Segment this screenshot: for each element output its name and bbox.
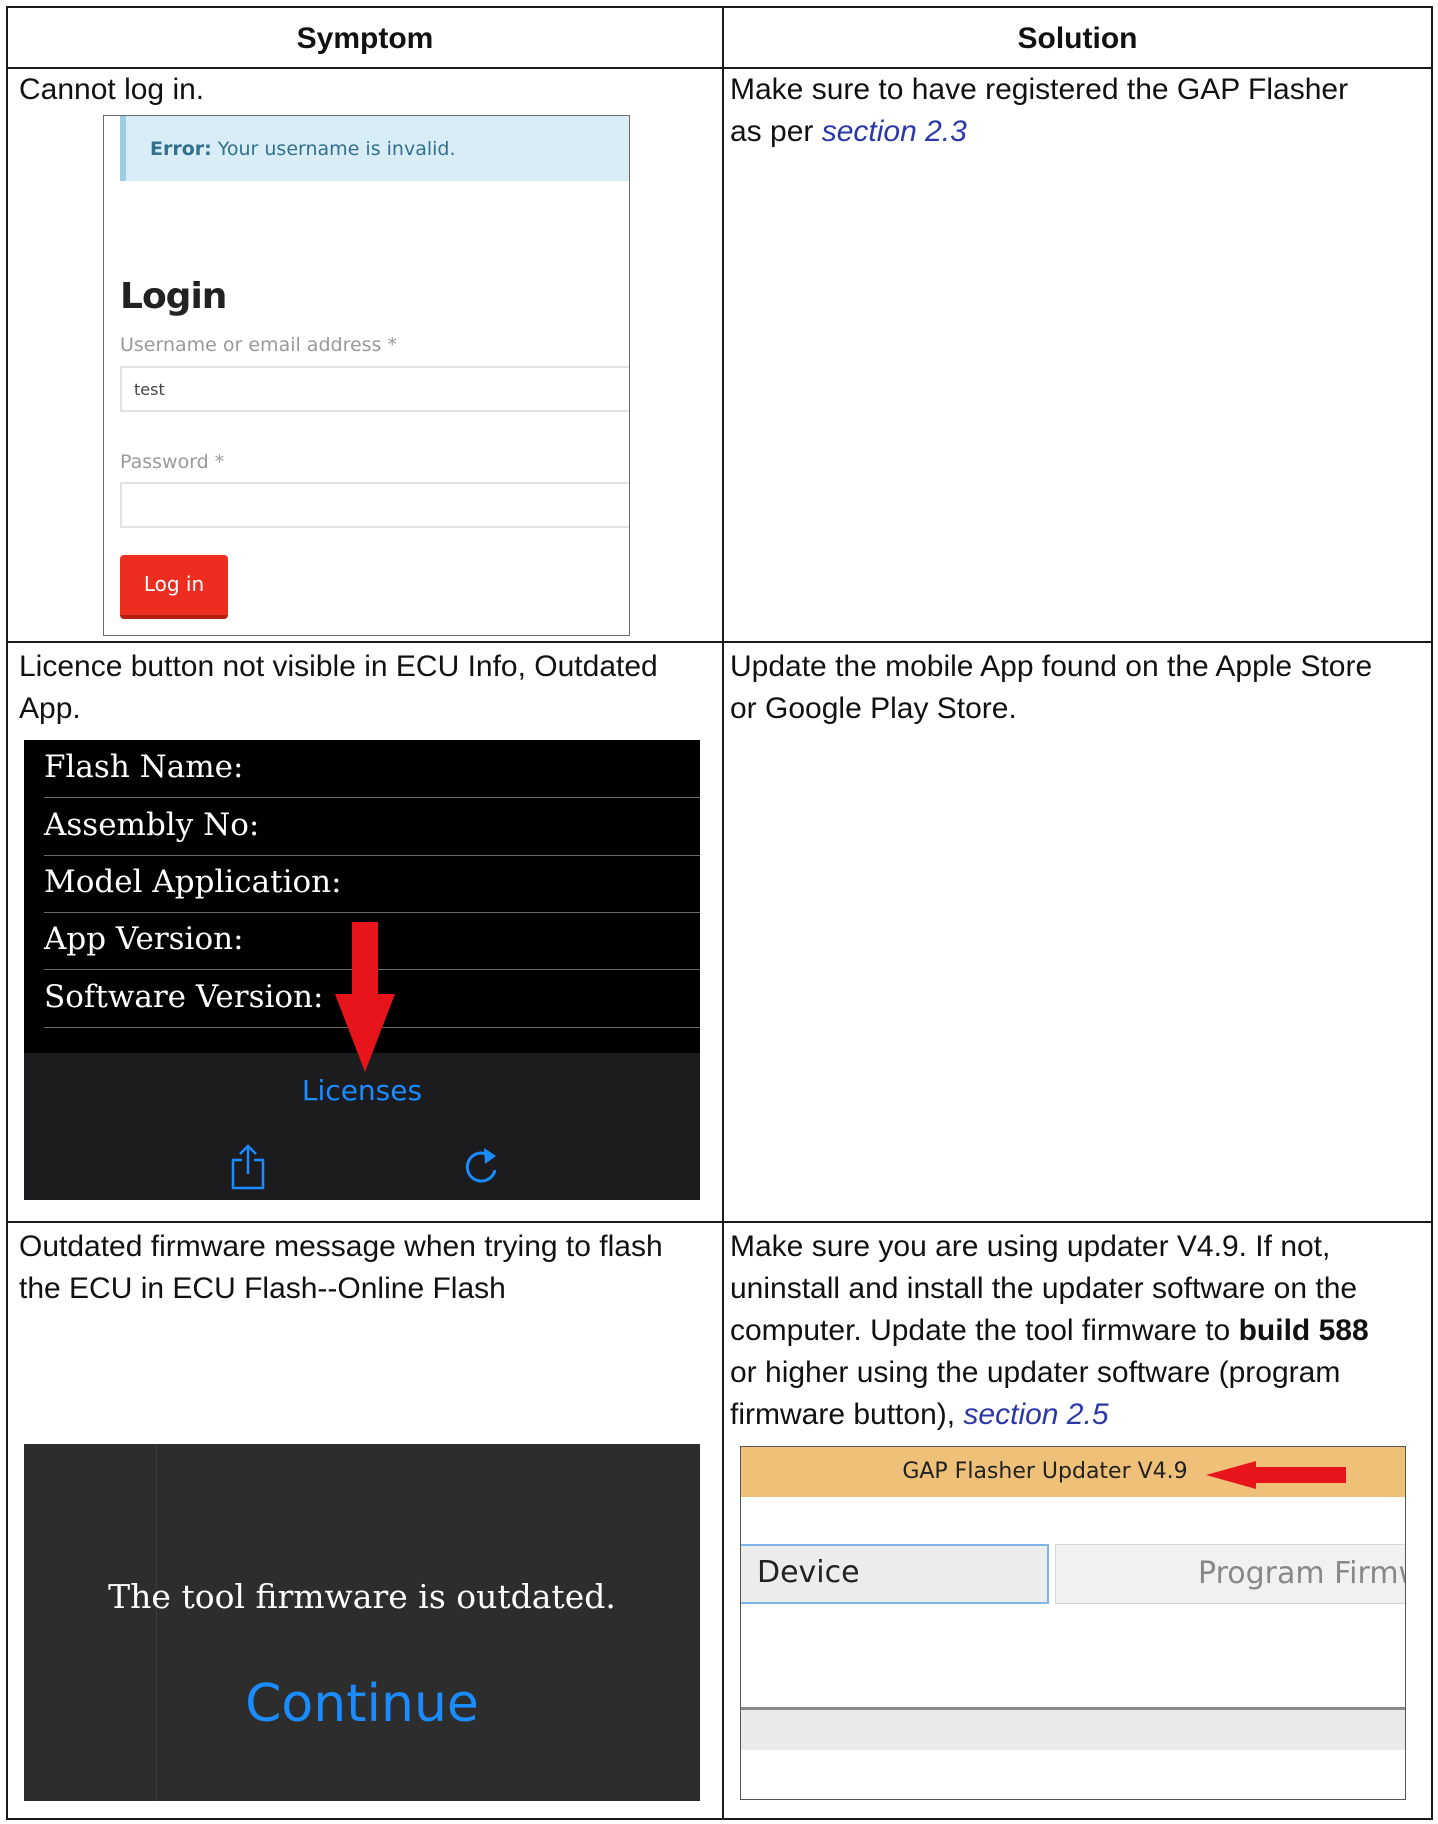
solution-update-app: Update the mobile App found on the Apple…: [730, 650, 1373, 725]
red-arrow-left-icon: [1206, 1461, 1346, 1489]
login-screenshot: Error: Your username is invalid. Login U…: [103, 115, 630, 636]
header-symptom: Symptom: [296, 22, 434, 55]
status-bar: [741, 1710, 1405, 1750]
refresh-icon[interactable]: [462, 1144, 502, 1188]
solution-register: Make sure to have registered the GAP Fla…: [730, 73, 1349, 148]
username-input[interactable]: test: [120, 366, 629, 412]
licenses-button[interactable]: Licenses: [24, 1074, 700, 1107]
login-button[interactable]: Log in: [120, 555, 228, 619]
build-number: build 588: [1238, 1314, 1369, 1347]
ecu-info-screenshot: Flash Name: Assembly No: Model Applicati…: [24, 740, 700, 1200]
continue-button[interactable]: Continue: [24, 1674, 700, 1734]
symptom-outdated-firmware: Outdated firmware message when trying to…: [19, 1230, 663, 1305]
section-2-5-link[interactable]: section 2.5: [963, 1398, 1108, 1431]
model-application-field: Model Application:: [44, 855, 700, 913]
error-alert: Error: Your username is invalid.: [120, 116, 629, 181]
tab-device[interactable]: Device: [741, 1544, 1049, 1604]
row-divider: [8, 1221, 1431, 1223]
login-title: Login: [120, 276, 227, 317]
symptom-licence-button: Licence button not visible in ECU Info, …: [19, 650, 658, 725]
updater-title: GAP Flasher Updater V4.9: [902, 1459, 1188, 1484]
tab-program-firmware[interactable]: Program Firmw: [1055, 1544, 1405, 1604]
symptom-cannot-login: Cannot log in.: [19, 73, 205, 106]
row-divider: [8, 641, 1431, 643]
firmware-outdated-screenshot: The tool firmware is outdated. Continue: [24, 1444, 700, 1801]
red-arrow-down-icon: [335, 922, 395, 1072]
solution-updater: Make sure you are using updater V4.9. If…: [730, 1230, 1369, 1431]
column-divider: [722, 8, 724, 1818]
panel-seam: [156, 1444, 157, 1801]
updater-screenshot: GAP Flasher Updater V4.9 Device Program …: [740, 1446, 1406, 1800]
section-2-3-link[interactable]: section 2.3: [822, 115, 967, 148]
assembly-no-field: Assembly No:: [44, 798, 700, 856]
password-input[interactable]: [120, 482, 629, 528]
share-icon[interactable]: [230, 1144, 266, 1190]
firmware-message: The tool firmware is outdated.: [108, 1577, 616, 1616]
header-solution: Solution: [1017, 22, 1138, 55]
flash-name-field: Flash Name:: [44, 740, 700, 798]
username-label: Username or email address *: [120, 334, 397, 356]
password-label: Password *: [120, 451, 225, 473]
